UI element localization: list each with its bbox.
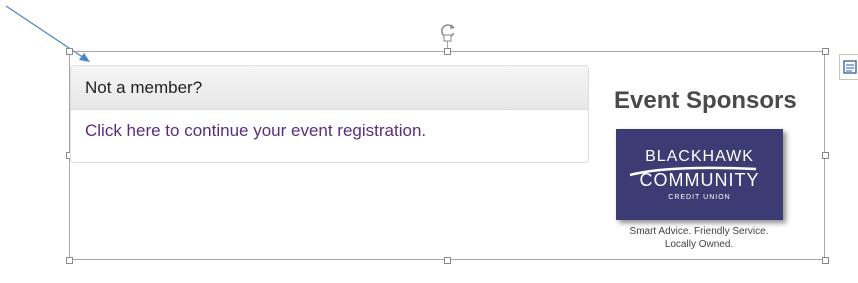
logo-text-credit-union: CREDIT UNION (668, 194, 731, 201)
logo-text-community: COMMUNITY (639, 170, 760, 190)
resize-handle-top-right[interactable] (822, 48, 829, 55)
resize-handle-bottom-right[interactable] (822, 257, 829, 264)
layout-options-button[interactable] (839, 54, 858, 80)
panel-body: Click here to continue your event regist… (71, 110, 588, 141)
resize-handle-top-left[interactable] (66, 48, 73, 55)
resize-handle-bottom-middle[interactable] (444, 257, 451, 264)
layout-options-icon (843, 60, 857, 74)
sponsor-tagline: Smart Advice. Friendly Service. Locally … (610, 225, 788, 251)
rotate-handle-icon[interactable] (438, 20, 458, 42)
resize-handle-middle-right[interactable] (822, 152, 829, 159)
blackhawk-sponsor-logo[interactable]: BLACKHAWK COMMUNITY CREDIT UNION (616, 129, 783, 220)
event-sponsors-heading: Event Sponsors (614, 87, 797, 114)
not-member-panel: Not a member? Click here to continue you… (70, 65, 589, 163)
continue-registration-link[interactable]: Click here to continue your event regist… (85, 121, 426, 140)
tagline-line-2: Locally Owned. (664, 239, 734, 250)
tagline-line-1: Smart Advice. Friendly Service. (629, 226, 769, 237)
resize-handle-top-middle[interactable] (444, 48, 451, 55)
resize-handle-bottom-left[interactable] (66, 257, 73, 264)
panel-heading: Not a member? (71, 66, 588, 110)
